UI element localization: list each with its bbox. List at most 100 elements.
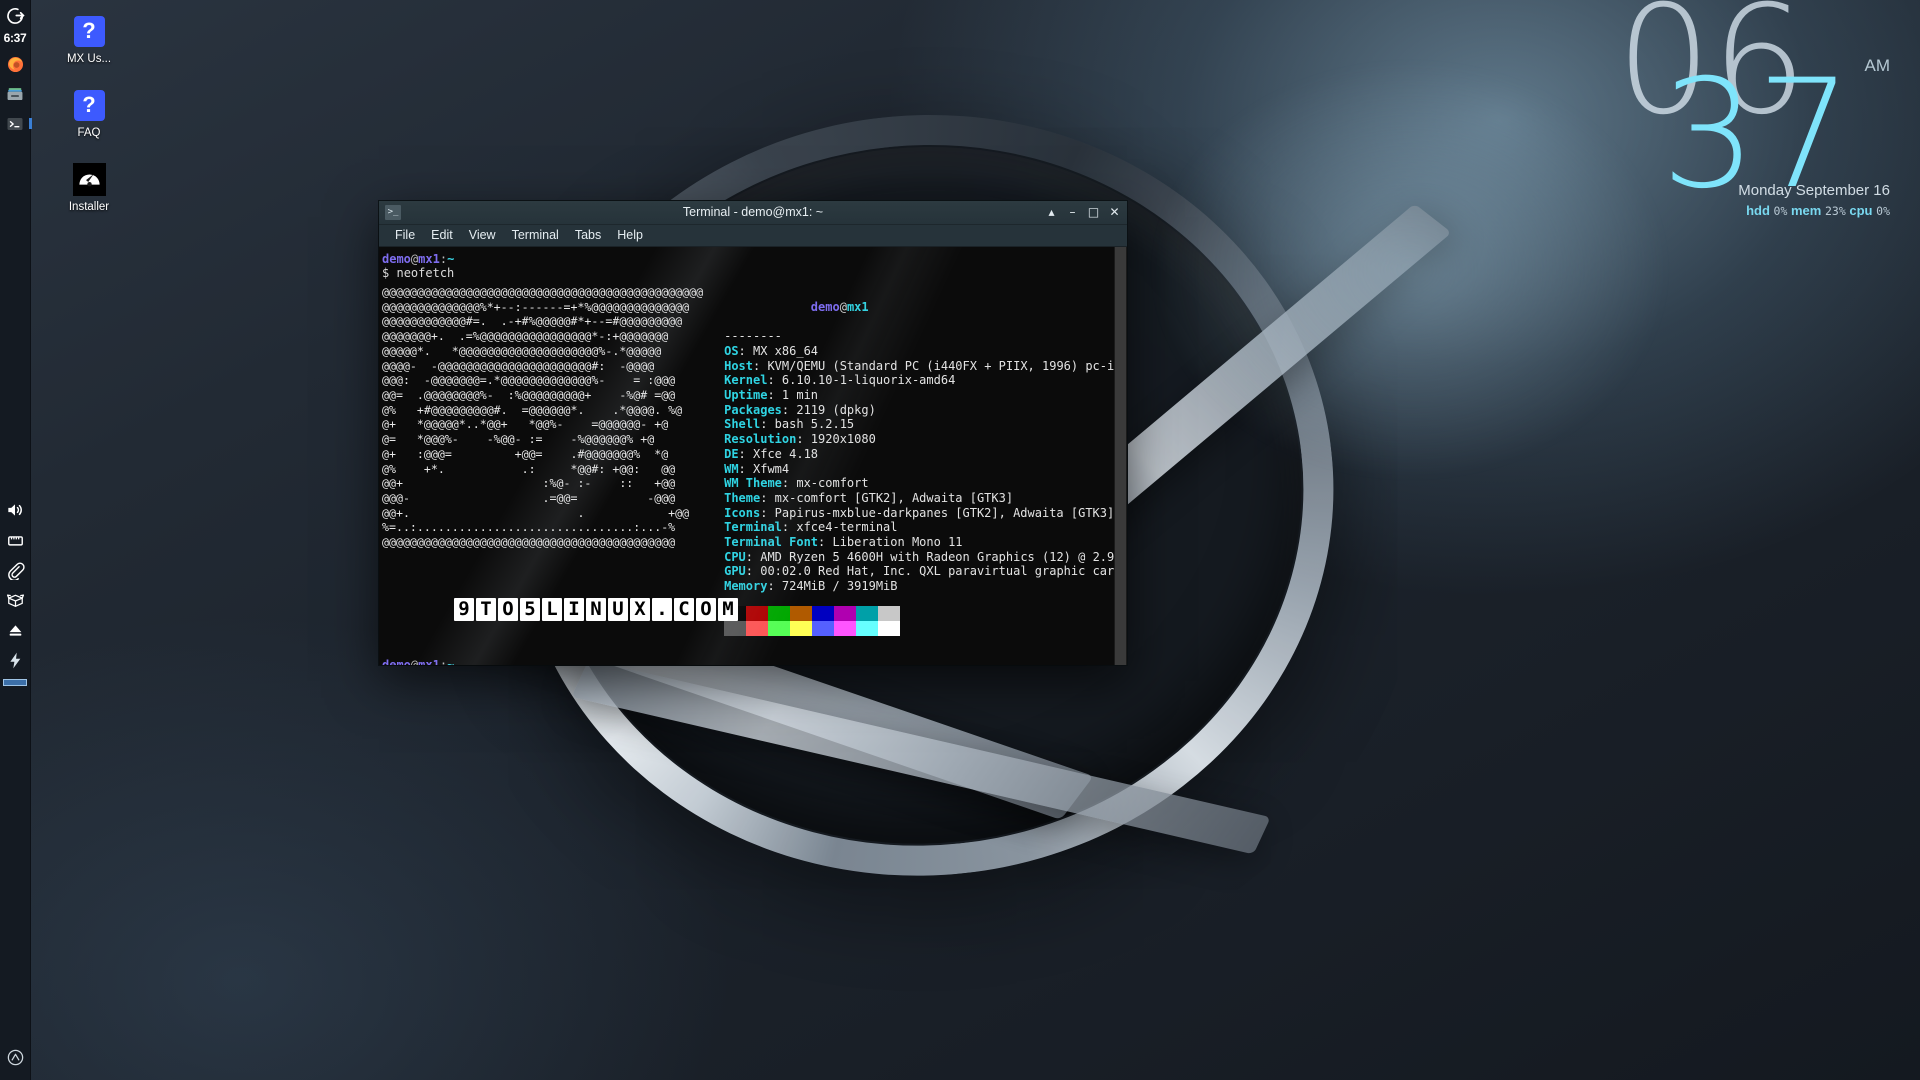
neofetch-output: @@@@@@@@@@@@@@@@@@@@@@@@@@@@@@@@@@@@@@@@… <box>382 285 1127 636</box>
menu-file[interactable]: File <box>387 226 423 244</box>
watermark-char-3: 5 <box>520 598 540 621</box>
neofetch-key: CPU <box>724 550 746 564</box>
neofetch-entry-uptime: Uptime: 1 min <box>724 388 1127 403</box>
neofetch-entry-terminal-font: Terminal Font: Liberation Mono 11 <box>724 535 1127 550</box>
palette-swatch-bright-2 <box>768 621 790 636</box>
terminal-menubar: File Edit View Terminal Tabs Help <box>379 225 1127 247</box>
terminal-scrollbar-thumb[interactable] <box>1115 247 1126 665</box>
clipboard-icon[interactable] <box>0 555 31 585</box>
watermark-char-12: M <box>718 598 738 621</box>
terminal-icon[interactable] <box>0 109 31 139</box>
neofetch-value: Papirus-mxblue-darkpanes [GTK2], Adwaita… <box>775 506 1115 520</box>
neofetch-ascii-logo: @@@@@@@@@@@@@@@@@@@@@@@@@@@@@@@@@@@@@@@@… <box>382 285 703 636</box>
palette-swatch-bright-4 <box>812 621 834 636</box>
power-icon[interactable] <box>0 645 31 675</box>
terminal-window[interactable]: >_ Terminal - demo@mx1: ~ ▴ – □ ✕ File E… <box>379 201 1127 665</box>
question-mark-icon: ? <box>72 14 106 48</box>
neofetch-entry-shell: Shell: bash 5.2.15 <box>724 417 1127 432</box>
neofetch-value: 00:02.0 Red Hat, Inc. QXL paravirtual gr… <box>760 564 1121 578</box>
package-updater-icon[interactable] <box>0 585 31 615</box>
palette-swatch-bright-3 <box>790 621 812 636</box>
terminal-output[interactable]: demo@mx1:~ $ neofetch @@@@@@@@@@@@@@@@@@… <box>379 247 1127 665</box>
window-controls: ▴ – □ ✕ <box>1042 203 1124 222</box>
desktop-icon-label: Installer <box>69 201 109 214</box>
shade-button[interactable]: ▴ <box>1042 203 1061 222</box>
desktop-icon-faq[interactable]: ? FAQ <box>34 82 144 140</box>
neofetch-key: Shell <box>724 417 760 431</box>
wallpaper-glow <box>1150 60 1670 480</box>
neofetch-entry-kernel: Kernel: 6.10.10-1-liquorix-amd64 <box>724 373 1127 388</box>
dock-clock[interactable]: 6:37 <box>4 31 27 45</box>
mx-logo-icon[interactable] <box>0 1042 31 1072</box>
neofetch-key: DE <box>724 447 738 461</box>
neofetch-value: 1 min <box>782 388 818 402</box>
prompt-sep: : <box>440 658 447 665</box>
watermark-char-8: X <box>630 598 650 621</box>
prompt-user: demo <box>382 658 411 665</box>
maximize-button[interactable]: □ <box>1084 203 1103 222</box>
prompt-path: ~ <box>447 658 454 665</box>
watermark-char-7: U <box>608 598 628 621</box>
installer-icon <box>72 162 106 196</box>
prompt-host: mx1 <box>418 658 440 665</box>
neofetch-key: OS <box>724 344 738 358</box>
terminal-titlebar[interactable]: >_ Terminal - demo@mx1: ~ ▴ – □ ✕ <box>379 201 1127 225</box>
neofetch-entry-wm: WM: Xfwm4 <box>724 462 1127 477</box>
terminal-scrollbar[interactable] <box>1114 247 1127 665</box>
volume-icon[interactable] <box>0 495 31 525</box>
desktop-icon-mx-users[interactable]: ? MX Us... <box>34 8 144 66</box>
neofetch-info-column: demo@mx1 -------- OS: MX x86_64 Host: KV… <box>703 285 1127 636</box>
prompt-user: demo <box>382 252 411 266</box>
menu-view[interactable]: View <box>461 226 504 244</box>
firefox-icon[interactable] <box>0 49 31 79</box>
neofetch-entry-os: OS: MX x86_64 <box>724 344 1127 359</box>
menu-edit[interactable]: Edit <box>423 226 461 244</box>
neofetch-key: Host <box>724 359 753 373</box>
watermark-char-9: . <box>652 598 672 621</box>
neofetch-key: GPU <box>724 564 746 578</box>
neofetch-title-host: mx1 <box>847 300 869 314</box>
neofetch-value: 1920x1080 <box>811 432 876 446</box>
watermark-char-5: I <box>564 598 584 621</box>
neofetch-entry-de: DE: Xfce 4.18 <box>724 447 1127 462</box>
neofetch-key: Packages <box>724 403 782 417</box>
prompt-sep: : <box>440 252 447 266</box>
neofetch-value: Xfwm4 <box>753 462 789 476</box>
eject-icon[interactable] <box>0 615 31 645</box>
desktop: 6:37 <box>0 0 1920 1080</box>
watermark-char-10: C <box>674 598 694 621</box>
network-icon[interactable] <box>0 525 31 555</box>
conky-stat-key-mem: mem <box>1791 203 1821 218</box>
neofetch-value: KVM/QEMU (Standard PC (i440FX + PIIX, 19… <box>767 359 1127 373</box>
conky-stat-key-cpu: cpu <box>1849 203 1872 218</box>
neofetch-entry-theme: Theme: mx-comfort [GTK2], Adwaita [GTK3] <box>724 491 1127 506</box>
close-button[interactable]: ✕ <box>1105 203 1124 222</box>
conky-ampm: AM <box>1865 56 1891 76</box>
neofetch-entry-resolution: Resolution: 1920x1080 <box>724 432 1127 447</box>
neofetch-value: MX x86_64 <box>753 344 818 358</box>
neofetch-entry-cpu: CPU: AMD Ryzen 5 4600H with Radeon Graph… <box>724 550 1127 565</box>
watermark-char-0: 9 <box>454 598 474 621</box>
neofetch-entry-icons: Icons: Papirus-mxblue-darkpanes [GTK2], … <box>724 506 1127 521</box>
neofetch-color-palette <box>724 606 900 636</box>
neofetch-title-at: @ <box>840 300 847 314</box>
logout-icon[interactable] <box>0 0 31 30</box>
neofetch-entry-memory: Memory: 724MiB / 3919MiB <box>724 579 1127 594</box>
desktop-icon-installer[interactable]: Installer <box>34 156 144 214</box>
prompt-dollar: $ <box>382 266 389 280</box>
neofetch-value: 6.10.10-1-liquorix-amd64 <box>782 373 955 387</box>
neofetch-key: Resolution <box>724 432 796 446</box>
conky-stat-value-hdd: 0% <box>1774 204 1788 218</box>
terminal-title: Terminal - demo@mx1: ~ <box>379 205 1127 219</box>
neofetch-value: bash 5.2.15 <box>775 417 854 431</box>
file-manager-icon[interactable] <box>0 79 31 109</box>
minimize-button[interactable]: – <box>1063 203 1082 222</box>
watermark-char-6: N <box>586 598 606 621</box>
neofetch-value: mx-comfort <box>796 476 868 490</box>
menu-terminal[interactable]: Terminal <box>504 226 567 244</box>
menu-help[interactable]: Help <box>609 226 651 244</box>
neofetch-value: xfce4-terminal <box>796 520 897 534</box>
menu-tabs[interactable]: Tabs <box>567 226 609 244</box>
palette-swatch-bright-0 <box>724 621 746 636</box>
tasklist-item-terminal[interactable] <box>3 679 27 686</box>
